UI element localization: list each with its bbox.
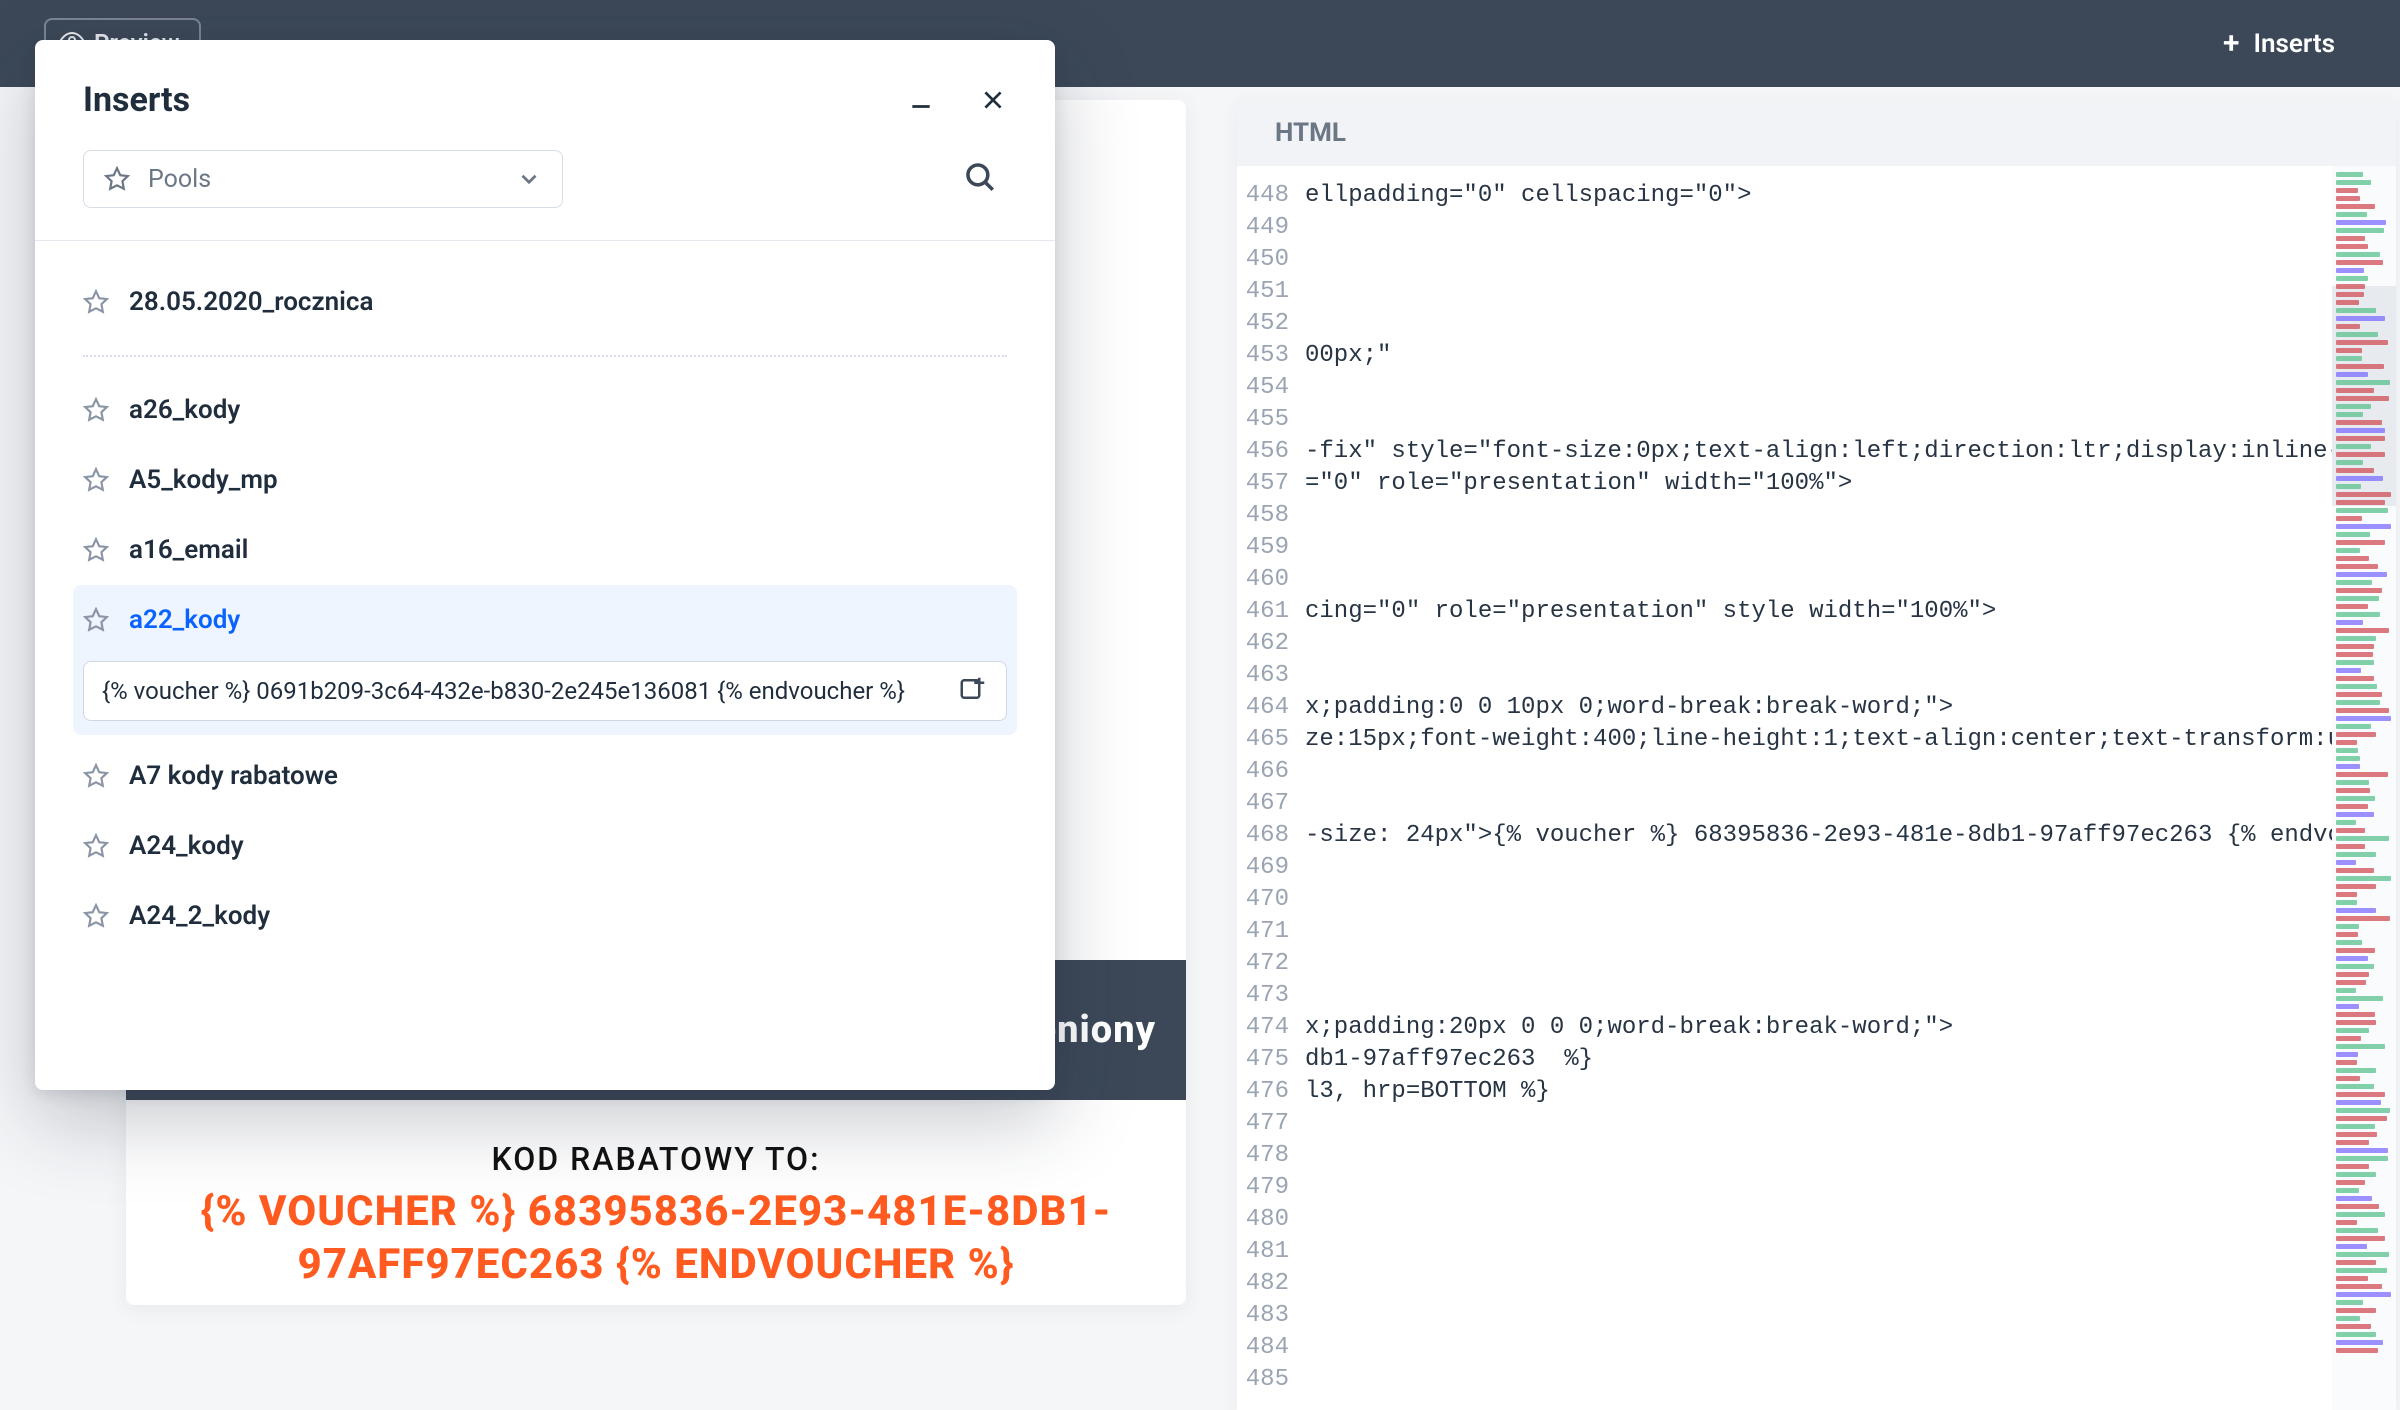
list-item[interactable]: 28.05.2020_rocznica — [73, 267, 1017, 337]
list-item-label: A7 kody rabatowe — [129, 761, 338, 791]
list-item[interactable]: A5_kody_mp — [73, 445, 1017, 515]
close-button[interactable] — [979, 86, 1007, 114]
list-item-label: a22_kody — [129, 605, 240, 635]
list-item[interactable]: A24_2_kody — [73, 881, 1017, 951]
plus-icon: + — [2223, 29, 2240, 59]
star-icon — [104, 166, 130, 192]
star-icon[interactable] — [83, 537, 111, 563]
code-editor: HTML ⠿ 448449450451452453454455456457458… — [1237, 100, 2396, 1410]
minimize-button[interactable] — [907, 86, 935, 114]
minimap[interactable] — [2332, 166, 2396, 1410]
insert-code-box: {% voucher %} 0691b209-3c64-432e-b830-2e… — [83, 661, 1007, 721]
tab-html[interactable]: HTML — [1261, 118, 1360, 148]
star-icon[interactable] — [83, 833, 111, 859]
editor-tabs: HTML — [1237, 100, 2396, 166]
list-item-selected-wrap: a22_kody {% voucher %} 0691b209-3c64-432e… — [73, 585, 1017, 735]
chevron-down-icon — [516, 166, 542, 192]
code-area[interactable]: ellpadding="0" cellspacing="0">00px;"-fi… — [1295, 166, 2396, 1410]
inserts-list[interactable]: 28.05.2020_rocznica a26_kody A5_kody_mp a16… — [35, 241, 1055, 1090]
list-item-label: 28.05.2020_rocznica — [129, 287, 373, 317]
search-button[interactable] — [963, 160, 1007, 198]
list-item-label: A24_2_kody — [129, 901, 270, 931]
list-separator — [83, 355, 1007, 357]
list-item[interactable]: a22_kody — [73, 585, 1017, 655]
panel-title: Inserts — [83, 80, 190, 120]
list-item[interactable]: A7 kody rabatowe — [73, 741, 1017, 811]
voucher-code: {% VOUCHER %} 68395836-2E93-481E-8DB1-97… — [186, 1186, 1126, 1291]
list-item-label: A5_kody_mp — [129, 465, 278, 495]
insert-code-text[interactable]: {% voucher %} 0691b209-3c64-432e-b830-2e… — [102, 677, 942, 705]
pool-select[interactable]: Pools — [83, 150, 563, 208]
inserts-link-label: Inserts — [2254, 29, 2335, 59]
list-item[interactable]: a26_kody — [73, 375, 1017, 445]
list-item[interactable]: a16_email — [73, 515, 1017, 585]
inserts-panel: Inserts Pools 28.05.2020_rocznica a26_kod… — [35, 40, 1055, 1090]
insert-button[interactable] — [958, 674, 988, 708]
voucher-block: KOD RABATOWY TO: {% VOUCHER %} 68395836-… — [126, 1100, 1186, 1305]
star-icon[interactable] — [83, 607, 111, 633]
pool-select-label: Pools — [148, 165, 498, 194]
star-icon[interactable] — [83, 763, 111, 789]
star-icon[interactable] — [83, 289, 111, 315]
voucher-label: KOD RABATOWY TO: — [186, 1140, 1126, 1178]
star-icon[interactable] — [83, 903, 111, 929]
add-inserts-button[interactable]: + Inserts — [2223, 29, 2335, 59]
list-item-label: A24_kody — [129, 831, 244, 861]
star-icon[interactable] — [83, 467, 111, 493]
list-item[interactable]: A24_kody — [73, 811, 1017, 881]
star-icon[interactable] — [83, 397, 111, 423]
line-gutter: 4484494504514524534544554564574584594604… — [1237, 166, 1295, 1410]
list-item-label: a26_kody — [129, 395, 240, 425]
list-item-label: a16_email — [129, 535, 248, 565]
